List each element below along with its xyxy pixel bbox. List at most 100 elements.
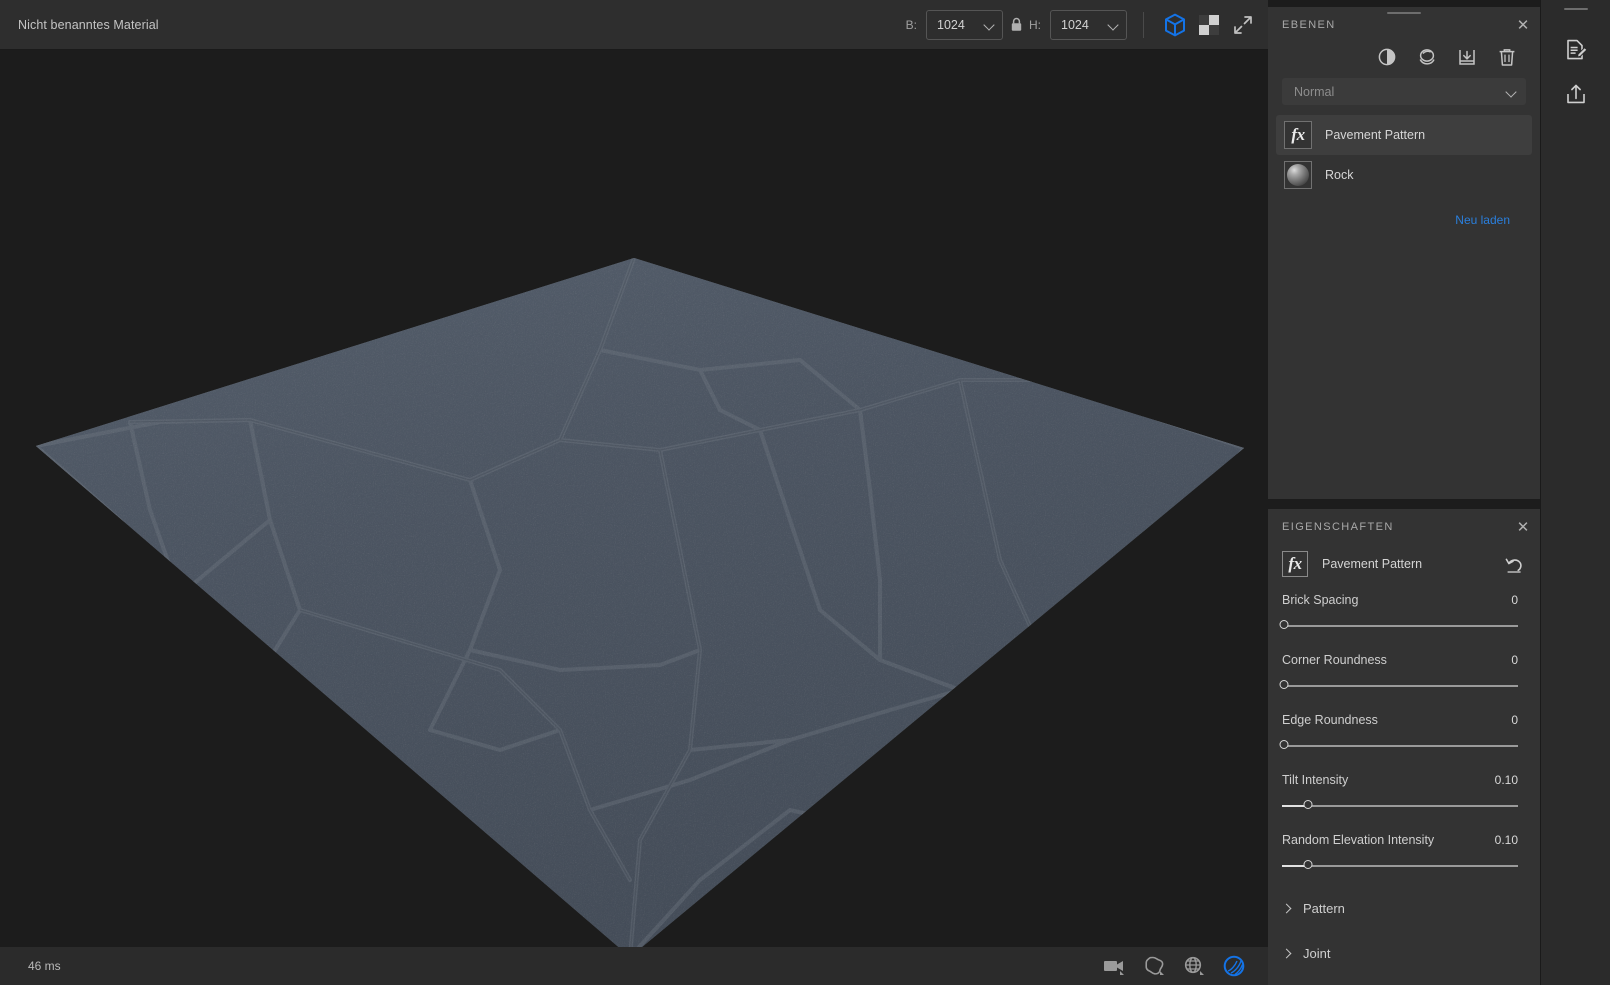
camera-icon[interactable] (1102, 953, 1128, 979)
shape-blob-icon[interactable] (1142, 953, 1168, 979)
layers-panel-title: EBENEN (1282, 19, 1336, 31)
height-select[interactable]: 1024 (1050, 9, 1127, 40)
panel-drag-handle[interactable] (1387, 12, 1421, 14)
property-slider[interactable] (1279, 679, 1518, 693)
sphere-preview-icon (1287, 164, 1309, 186)
right-toolbar-rail (1540, 0, 1610, 985)
rail-drag-handle[interactable] (1563, 8, 1588, 10)
render-time: 46 ms (28, 959, 61, 973)
property-random-elevation-intensity: Random Elevation Intensity 0.10 (1268, 833, 1540, 873)
layer-thumbnail-fx: fx (1284, 121, 1312, 149)
export-upload-icon[interactable] (1556, 72, 1596, 116)
property-tilt-intensity: Tilt Intensity 0.10 (1268, 773, 1540, 813)
layer-tools-row (1268, 43, 1540, 76)
right-panel-column: EBENEN ✕ Normal fx Pavement Pattern Rock… (1268, 0, 1540, 985)
slider-track (1282, 745, 1518, 747)
reload-link[interactable]: Neu laden (1268, 195, 1540, 227)
material-title: Nicht benanntes Material (18, 17, 159, 32)
view-3d-button[interactable] (1158, 8, 1192, 42)
property-label: Random Elevation Intensity (1282, 833, 1435, 847)
fx-icon: fx (1291, 125, 1305, 144)
top-toolbar: Nicht benanntes Material B: 1024 H: 1024 (0, 0, 1268, 50)
height-group: H: 1024 (1029, 9, 1127, 40)
width-value: 1024 (937, 17, 965, 32)
viewport-icon-group (1102, 953, 1268, 979)
property-slider[interactable] (1282, 859, 1518, 873)
properties-panel-header: EIGENSCHAFTEN ✕ (1268, 509, 1540, 545)
chevron-right-icon (1282, 903, 1293, 914)
chevron-down-icon (985, 20, 995, 30)
property-slider[interactable] (1279, 739, 1518, 753)
layer-thumbnail-sphere (1284, 161, 1312, 189)
slider-track (1282, 625, 1518, 627)
property-label: Brick Spacing (1282, 593, 1359, 607)
toolbar-divider (1143, 11, 1144, 38)
property-label: Corner Roundness (1282, 653, 1387, 667)
slider-knob[interactable] (1279, 680, 1289, 689)
material-stack-icon[interactable] (1416, 46, 1438, 68)
section-joint[interactable]: Joint (1268, 938, 1540, 969)
edit-document-icon[interactable] (1556, 28, 1596, 72)
width-group: B: 1024 (905, 9, 1003, 40)
effect-collapse-dash (1285, 576, 1293, 577)
property-value: 0.10 (1494, 773, 1518, 787)
property-corner-roundness: Corner Roundness 0 (1268, 653, 1540, 693)
pavement-plane (0, 50, 1268, 985)
layer-row-pavement-pattern[interactable]: fx Pavement Pattern (1276, 115, 1532, 155)
chevron-down-icon (1507, 87, 1517, 97)
section-label: Joint (1303, 946, 1331, 961)
lock-icon[interactable] (1003, 17, 1029, 32)
delete-layer-icon[interactable] (1496, 46, 1518, 68)
property-edge-roundness: Edge Roundness 0 (1268, 713, 1540, 753)
width-select[interactable]: 1024 (926, 9, 1003, 40)
viewport-status-bar: 46 ms (0, 947, 1268, 985)
properties-panel-title: EIGENSCHAFTEN (1282, 521, 1394, 533)
close-icon[interactable]: ✕ (1506, 8, 1540, 42)
adjustment-circle-icon[interactable] (1376, 46, 1398, 68)
close-icon[interactable]: ✕ (1506, 510, 1540, 544)
slider-track (1282, 805, 1518, 807)
slider-knob[interactable] (1303, 800, 1313, 809)
main-column: Nicht benanntes Material B: 1024 H: 1024… (0, 0, 1268, 985)
chevron-right-icon (1282, 948, 1293, 959)
layer-name: Pavement Pattern (1325, 128, 1426, 142)
slider-knob[interactable] (1279, 740, 1289, 749)
property-slider[interactable] (1279, 619, 1518, 633)
property-value: 0.10 (1494, 833, 1518, 847)
slider-track (1282, 865, 1518, 867)
property-value: 0 (1511, 653, 1518, 667)
layer-name: Rock (1325, 168, 1354, 182)
application-window: Nicht benanntes Material B: 1024 H: 1024… (0, 0, 1610, 985)
view-2d-button[interactable] (1192, 8, 1226, 42)
height-value: 1024 (1061, 17, 1089, 32)
properties-slider-list: Brick Spacing 0 Corner Roundness 0 Edge … (1268, 577, 1540, 969)
effect-thumbnail-fx: fx (1282, 551, 1308, 577)
height-label: H: (1029, 17, 1041, 32)
properties-effect-row: fx Pavement Pattern (1268, 545, 1540, 577)
fullscreen-button[interactable] (1226, 8, 1260, 42)
blend-mode-value: Normal (1294, 84, 1335, 99)
slider-knob[interactable] (1279, 620, 1289, 629)
property-value: 0 (1511, 713, 1518, 727)
slider-knob[interactable] (1303, 860, 1313, 869)
property-value: 0 (1511, 593, 1518, 607)
import-layer-icon[interactable] (1456, 46, 1478, 68)
effect-name: Pavement Pattern (1322, 557, 1423, 571)
toolbar-right-group: B: 1024 H: 1024 (906, 0, 1268, 49)
undo-reset-icon[interactable] (1502, 552, 1526, 576)
environment-globe-icon[interactable] (1182, 953, 1208, 979)
chevron-down-icon (1109, 20, 1119, 30)
section-label: Pattern (1303, 901, 1345, 916)
section-pattern[interactable]: Pattern (1268, 893, 1540, 924)
layer-row-rock[interactable]: Rock (1276, 155, 1532, 195)
property-slider[interactable] (1282, 799, 1518, 813)
width-label: B: (905, 17, 917, 32)
properties-panel: EIGENSCHAFTEN ✕ fx Pavement Pattern Bric… (1268, 509, 1540, 985)
blend-mode-select[interactable]: Normal (1282, 78, 1526, 105)
property-label: Tilt Intensity (1282, 773, 1349, 787)
3d-viewport[interactable]: 46 ms (0, 50, 1268, 985)
fx-icon: fx (1288, 554, 1302, 573)
material-sphere-icon[interactable] (1222, 953, 1248, 979)
slider-track (1282, 685, 1518, 687)
property-label: Edge Roundness (1282, 713, 1378, 727)
